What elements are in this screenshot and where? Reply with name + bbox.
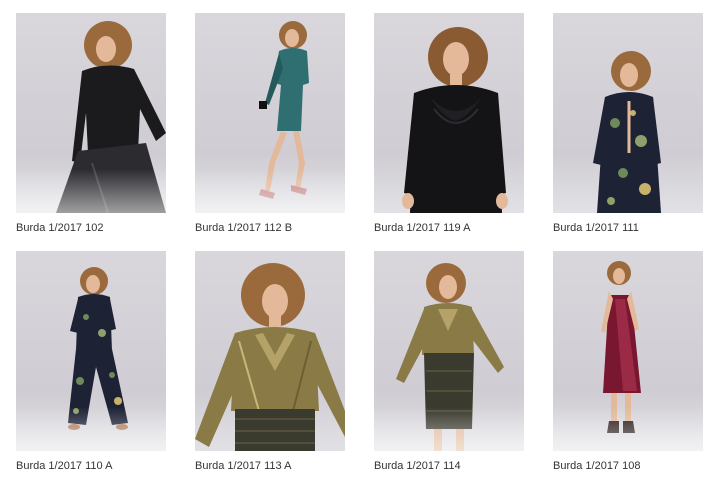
product-card[interactable]: Burda 1/2017 110 A [16,251,166,473]
model-figure [402,27,508,213]
product-caption[interactable]: Burda 1/2017 111 [553,221,703,235]
model-figure [593,51,661,213]
product-caption[interactable]: Burda 1/2017 102 [16,221,166,235]
model-figure [396,263,504,451]
product-card[interactable]: Burda 1/2017 114 [374,251,524,473]
product-caption[interactable]: Burda 1/2017 119 A [374,221,524,235]
model-figure [259,21,309,199]
product-photo[interactable] [16,13,166,213]
product-caption[interactable]: Burda 1/2017 113 A [195,459,345,473]
product-photo[interactable] [16,251,166,451]
model-figure [56,21,166,213]
product-photo[interactable] [195,251,345,451]
product-photo[interactable] [195,13,345,213]
product-caption[interactable]: Burda 1/2017 114 [374,459,524,473]
product-caption[interactable]: Burda 1/2017 110 A [16,459,166,473]
product-photo[interactable] [374,251,524,451]
product-card[interactable]: Burda 1/2017 112 B [195,13,345,235]
pattern-gallery: Burda 1/2017 102 Burda 1/2017 112 B Burd… [0,0,711,485]
product-card[interactable]: Burda 1/2017 108 [553,251,703,473]
product-card[interactable]: Burda 1/2017 113 A [195,251,345,473]
model-figure [195,263,345,451]
product-photo[interactable] [374,13,524,213]
model-figure [601,261,641,433]
product-card[interactable]: Burda 1/2017 102 [16,13,166,235]
model-figure [68,267,128,430]
product-caption[interactable]: Burda 1/2017 108 [553,459,703,473]
product-caption[interactable]: Burda 1/2017 112 B [195,221,345,235]
product-photo[interactable] [553,251,703,451]
product-photo[interactable] [553,13,703,213]
product-card[interactable]: Burda 1/2017 111 [553,13,703,235]
product-card[interactable]: Burda 1/2017 119 A [374,13,524,235]
